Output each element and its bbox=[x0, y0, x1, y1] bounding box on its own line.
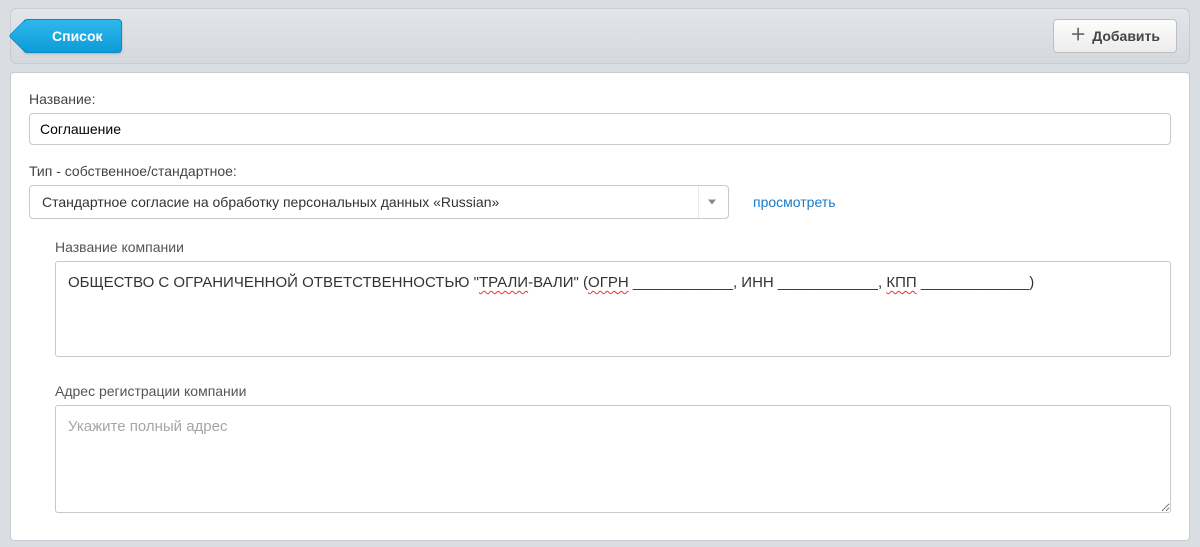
company-name-textarea[interactable]: ОБЩЕСТВО С ОГРАНИЧЕННОЙ ОТВЕТСТВЕННОСТЬЮ… bbox=[55, 261, 1171, 357]
type-select-value: Стандартное согласие на обработку персон… bbox=[42, 194, 499, 210]
type-label: Тип - собственное/стандартное: bbox=[29, 163, 1171, 179]
list-button[interactable]: Список bbox=[23, 19, 122, 53]
plus-icon: ＋ bbox=[1070, 28, 1086, 44]
form-panel: Название: Тип - собственное/стандартное:… bbox=[10, 72, 1190, 541]
view-link[interactable]: просмотреть bbox=[753, 194, 835, 210]
name-input[interactable] bbox=[29, 113, 1171, 145]
list-button-label: Список bbox=[52, 28, 103, 44]
chevron-down-icon bbox=[698, 186, 728, 218]
add-button[interactable]: ＋ Добавить bbox=[1053, 19, 1177, 53]
type-row: Стандартное согласие на обработку персон… bbox=[29, 185, 1171, 219]
address-label: Адрес регистрации компании bbox=[55, 383, 1171, 399]
add-button-label: Добавить bbox=[1092, 28, 1160, 44]
address-textarea[interactable] bbox=[55, 405, 1171, 513]
type-select[interactable]: Стандартное согласие на обработку персон… bbox=[29, 185, 729, 219]
name-label: Название: bbox=[29, 91, 1171, 107]
company-name-label: Название компании bbox=[55, 239, 1171, 255]
toolbar: Список ＋ Добавить bbox=[10, 8, 1190, 64]
